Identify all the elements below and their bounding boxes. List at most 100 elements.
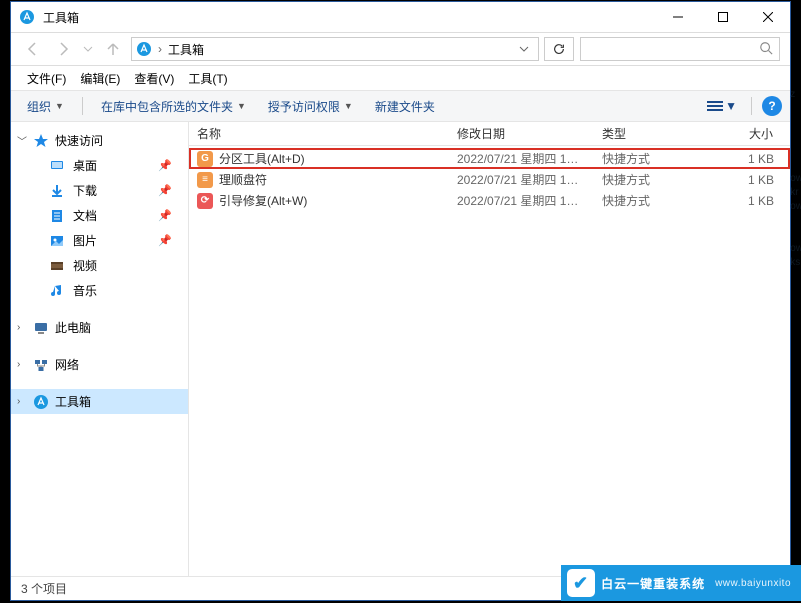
maximize-button[interactable]	[700, 2, 745, 32]
nav-label: 此电脑	[55, 319, 91, 336]
view-options-button[interactable]: ▼	[703, 97, 741, 115]
titlebar[interactable]: 工具箱	[11, 2, 790, 32]
nav-item-desktop[interactable]: 桌面📌	[11, 153, 188, 178]
back-button[interactable]	[21, 37, 45, 61]
nav-item-download[interactable]: 下载 📌	[11, 178, 188, 203]
explorer-window: 工具箱 › 工具箱 文件(F) 编辑(E) 查看(V) 工具(T) 组织▼	[10, 1, 791, 601]
menu-edit[interactable]: 编辑(E)	[74, 68, 126, 89]
navigation-pane: ﹀ 快速访问 桌面📌下载📌文档📌图片📌视频音乐 › 此电脑 › 网络	[11, 122, 189, 576]
include-in-library-button[interactable]: 在库中包含所选的文件夹▼	[93, 95, 254, 118]
column-type[interactable]: 类型	[594, 122, 712, 145]
file-date: 2022/07/21 星期四 1…	[449, 150, 594, 167]
location-icon	[136, 41, 152, 57]
navbar: › 工具箱	[11, 32, 790, 66]
nav-item-video[interactable]: 视频	[11, 253, 188, 278]
app-icon	[19, 9, 35, 25]
breadcrumb-chevron-icon: ›	[158, 42, 162, 56]
expand-icon[interactable]: ›	[17, 359, 20, 370]
file-row[interactable]: G 分区工具(Alt+D) 2022/07/21 星期四 1…快捷方式1 KB	[189, 148, 790, 169]
desktop-icon	[49, 158, 65, 174]
nav-this-pc[interactable]: › 此电脑	[11, 315, 188, 340]
file-size: 1 KB	[712, 173, 790, 187]
pin-icon: 📌	[158, 184, 172, 197]
breadcrumb-location[interactable]: 工具箱	[168, 41, 204, 58]
pin-icon: 📌	[158, 234, 172, 247]
file-date: 2022/07/21 星期四 1…	[449, 171, 594, 188]
toolbox-icon	[33, 394, 49, 410]
minimize-button[interactable]	[655, 2, 700, 32]
watermark-logo-icon: ✔	[567, 569, 595, 597]
file-icon: G	[197, 151, 213, 167]
forward-button[interactable]	[51, 37, 75, 61]
video-icon	[49, 258, 65, 274]
grant-access-button[interactable]: 授予访问权限▼	[260, 95, 361, 118]
status-text: 3 个项目	[21, 580, 67, 597]
file-type: 快捷方式	[594, 192, 712, 209]
menubar: 文件(F) 编辑(E) 查看(V) 工具(T)	[11, 66, 790, 90]
toolbar: 组织▼ 在库中包含所选的文件夹▼ 授予访问权限▼ 新建文件夹 ▼ ?	[11, 90, 790, 122]
caret-down-icon: ▼	[55, 101, 64, 111]
toolbar-separator	[82, 97, 83, 115]
up-button[interactable]	[101, 37, 125, 61]
nav-item-label: 下载	[73, 182, 97, 199]
file-pane: 名称 修改日期 类型 大小 G 分区工具(Alt+D) 2022/07/21 星期四…	[189, 122, 790, 576]
expand-icon[interactable]: ›	[17, 396, 20, 407]
nav-item-music[interactable]: 音乐	[11, 278, 188, 303]
close-button[interactable]	[745, 2, 790, 32]
column-size[interactable]: 大小	[712, 122, 790, 145]
new-folder-button[interactable]: 新建文件夹	[367, 95, 443, 118]
nav-network[interactable]: › 网络	[11, 352, 188, 377]
menu-file[interactable]: 文件(F)	[21, 68, 72, 89]
recent-locations-button[interactable]	[81, 37, 95, 61]
expand-icon[interactable]: ﹀	[17, 133, 27, 148]
view-icon	[707, 100, 723, 112]
file-row[interactable]: ≡理顺盘符2022/07/21 星期四 1…快捷方式1 KB	[189, 169, 790, 190]
document-icon	[49, 208, 65, 224]
column-date[interactable]: 修改日期	[449, 122, 594, 145]
body: ﹀ 快速访问 桌面📌下载📌文档📌图片📌视频音乐 › 此电脑 › 网络	[11, 122, 790, 576]
download-icon	[49, 183, 65, 199]
window-title: 工具箱	[43, 9, 79, 26]
file-row[interactable]: ⟳引导修复(Alt+W)2022/07/21 星期四 1…快捷方式1 KB	[189, 190, 790, 211]
file-size: 1 KB	[712, 152, 790, 166]
nav-label: 快速访问	[55, 132, 103, 149]
background-artifact: zowkrowowks	[790, 88, 801, 270]
toolbar-separator	[751, 97, 752, 115]
nav-group-quick-access: ﹀ 快速访问 桌面📌下载📌文档📌图片📌视频音乐	[11, 128, 188, 303]
file-date: 2022/07/21 星期四 1…	[449, 192, 594, 209]
watermark-text: 白云一键重装系统	[601, 575, 705, 592]
expand-icon[interactable]: ›	[17, 322, 20, 333]
help-button[interactable]: ?	[762, 96, 782, 116]
nav-item-label: 音乐	[73, 282, 97, 299]
watermark-subtext: www.baiyunxito	[715, 578, 791, 589]
file-type: 快捷方式	[594, 171, 712, 188]
network-icon	[33, 357, 49, 373]
menu-view[interactable]: 查看(V)	[128, 68, 180, 89]
search-icon	[759, 41, 773, 58]
nav-label: 网络	[55, 356, 79, 373]
picture-icon	[49, 233, 65, 249]
menu-tools[interactable]: 工具(T)	[182, 68, 233, 89]
nav-toolbox[interactable]: › 工具箱	[11, 389, 188, 414]
organize-button[interactable]: 组织▼	[19, 95, 72, 118]
nav-quick-access[interactable]: ﹀ 快速访问	[11, 128, 188, 153]
file-name: 分区工具(Alt+D)	[219, 150, 305, 167]
nav-item-label: 视频	[73, 257, 97, 274]
address-dropdown-button[interactable]	[514, 44, 534, 54]
search-box[interactable]	[580, 37, 780, 61]
column-name[interactable]: 名称	[189, 122, 449, 145]
nav-label: 工具箱	[55, 393, 91, 410]
refresh-button[interactable]	[544, 37, 574, 61]
caret-down-icon: ▼	[725, 99, 737, 113]
caret-down-icon: ▼	[237, 101, 246, 111]
column-headers: 名称 修改日期 类型 大小	[189, 122, 790, 146]
nav-item-label: 文档	[73, 207, 97, 224]
address-bar[interactable]: › 工具箱	[131, 37, 539, 61]
file-type: 快捷方式	[594, 150, 712, 167]
file-icon: ≡	[197, 172, 213, 188]
file-list[interactable]: G分区工具(Alt+D)2022/07/21 星期四 1…快捷方式1 KB≡理顺…	[189, 146, 790, 576]
file-size: 1 KB	[712, 194, 790, 208]
nav-item-picture[interactable]: 图片📌	[11, 228, 188, 253]
watermark: ✔ 白云一键重装系统 www.baiyunxito	[561, 565, 801, 601]
nav-item-document[interactable]: 文档📌	[11, 203, 188, 228]
